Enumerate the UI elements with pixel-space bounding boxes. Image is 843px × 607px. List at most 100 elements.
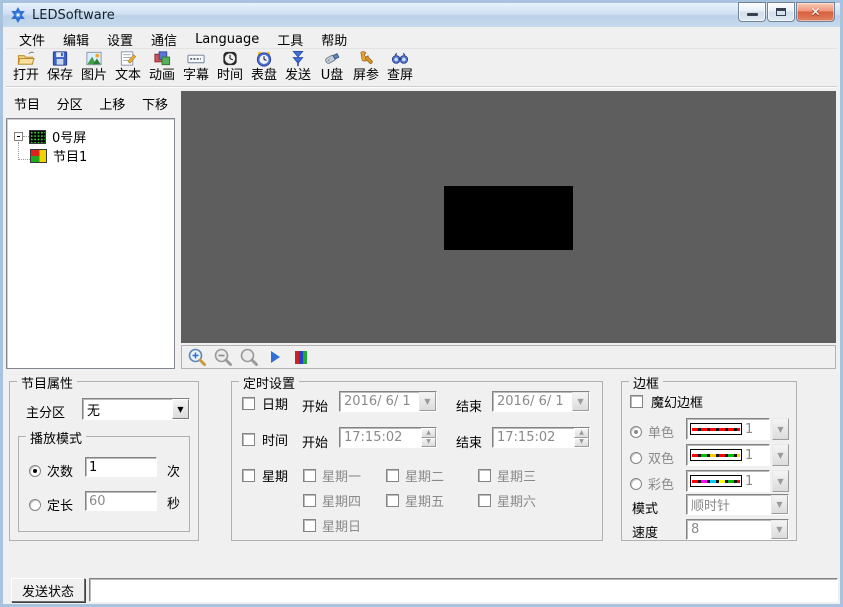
zoom-out-icon <box>213 347 233 367</box>
program-properties-title: 节目属性 <box>17 373 77 392</box>
magic-border-checkbox[interactable] <box>630 395 643 408</box>
tab-move-up[interactable]: 上移 <box>97 93 127 114</box>
weekday-checkbox-friday: 星期五 <box>386 491 444 510</box>
time-checkbox[interactable] <box>242 433 255 446</box>
play-icon <box>271 351 280 363</box>
play-button[interactable] <box>265 347 285 367</box>
toolbar: 打开 保存 图片 <box>6 49 837 87</box>
dual-color-pattern-select: 1 <box>686 444 770 466</box>
toolbar-button-time[interactable]: 时间 <box>213 49 247 84</box>
status-output[interactable] <box>89 578 838 602</box>
single-color-pattern-swatch <box>692 428 740 431</box>
magic-border-label: 魔幻边框 <box>651 392 703 411</box>
menu-item-language[interactable]: Language <box>186 31 268 48</box>
tab-program[interactable]: 节目 <box>12 93 42 114</box>
tree-child-item[interactable]: 节目1 <box>7 146 174 165</box>
subtitle-icon <box>186 49 206 68</box>
toolbar-button-dial[interactable]: 表盘 <box>247 49 281 84</box>
date-label: 日期 <box>262 394 288 413</box>
zoom-in-button[interactable] <box>187 347 207 367</box>
menu-item-help[interactable]: 帮助 <box>312 29 356 50</box>
chevron-down-icon: ▼ <box>572 392 589 411</box>
menu-item-edit[interactable]: 编辑 <box>54 29 98 50</box>
full-color-pattern-select: 1 <box>686 470 770 492</box>
maximize-button[interactable] <box>767 2 795 22</box>
menu-item-file[interactable]: 文件 <box>10 29 54 50</box>
menu-item-communication[interactable]: 通信 <box>142 29 186 50</box>
screen-params-icon <box>356 49 376 68</box>
zoom-reset-icon <box>239 347 259 367</box>
date-checkbox[interactable] <box>242 397 255 410</box>
close-button[interactable]: ✕ <box>796 2 835 22</box>
single-color-radio <box>630 426 642 438</box>
mode-label: 模式 <box>632 498 658 517</box>
zoom-reset-button[interactable] <box>239 347 259 367</box>
collapse-icon[interactable] <box>14 132 23 141</box>
tab-move-down[interactable]: 下移 <box>140 93 170 114</box>
weekday-checkbox-tuesday: 星期二 <box>386 466 444 485</box>
date-end-select: 2016/ 6/ 1 ▼ <box>492 391 590 412</box>
chevron-down-icon: ▼ <box>772 418 789 440</box>
chevron-down-icon[interactable]: ▼ <box>172 399 189 419</box>
toolbar-button-text[interactable]: 文本 <box>111 49 145 84</box>
main-partition-select[interactable]: 无 ▼ <box>82 398 190 420</box>
led-screen-rect[interactable] <box>444 186 573 250</box>
tree-root-label[interactable]: 0号屏 <box>50 127 88 146</box>
fixed-duration-radio[interactable] <box>29 499 41 511</box>
rgb-mode-icon <box>295 351 307 364</box>
toolbar-button-save[interactable]: 保存 <box>43 49 77 84</box>
spinner-icons: ▲▼ <box>574 428 589 447</box>
week-checkbox[interactable] <box>242 469 255 482</box>
full-color-label: 彩色 <box>648 474 674 493</box>
weekday-checkbox-sunday: 星期日 <box>303 516 361 535</box>
time-start-spinner: 17:15:02 ▲▼ <box>339 427 437 448</box>
open-folder-icon <box>16 49 36 68</box>
border-title: 边框 <box>629 373 663 392</box>
app-window: LEDSoftware ✕ 文件 编辑 设置 通信 Language 工具 帮助… <box>0 0 843 607</box>
send-status-button[interactable]: 发送状态 <box>11 578 85 602</box>
tree-root-item[interactable]: 0号屏 <box>7 127 174 146</box>
chevron-down-icon: ▼ <box>419 392 436 411</box>
fixed-duration-input <box>85 491 157 511</box>
titlebar[interactable]: LEDSoftware ✕ <box>3 3 840 27</box>
rgb-mode-button[interactable] <box>291 347 311 367</box>
dial-clock-icon <box>254 49 274 68</box>
toolbar-button-find-screen[interactable]: 查屏 <box>383 49 417 84</box>
play-count-radio[interactable] <box>29 465 41 477</box>
toolbar-button-usb[interactable]: U盘 <box>315 49 349 84</box>
toolbar-button-picture[interactable]: 图片 <box>77 49 111 84</box>
weekday-checkbox-monday: 星期一 <box>303 466 361 485</box>
program-properties-group: 节目属性 主分区 无 ▼ 播放模式 次数 次 定长 秒 <box>9 381 199 541</box>
left-panel-tabs: 节目 分区 上移 下移 <box>6 91 176 115</box>
animation-icon <box>152 49 172 68</box>
speed-label: 速度 <box>632 522 658 541</box>
toolbar-button-send[interactable]: 发送 <box>281 49 315 84</box>
full-color-radio <box>630 478 642 490</box>
time-end-spinner: 17:15:02 ▲▼ <box>492 427 590 448</box>
weekday-checkbox-wednesday: 星期三 <box>478 466 536 485</box>
preview-toolbar <box>181 345 836 369</box>
tab-partition[interactable]: 分区 <box>55 93 85 114</box>
zoom-in-icon <box>187 347 207 367</box>
dual-color-pattern-swatch <box>692 454 740 457</box>
program-tree[interactable]: 0号屏 节目1 <box>6 118 175 369</box>
play-mode-title: 播放模式 <box>26 428 86 447</box>
zoom-out-button[interactable] <box>213 347 233 367</box>
week-label: 星期 <box>262 466 288 485</box>
find-screen-icon <box>390 49 410 68</box>
tree-child-label[interactable]: 节目1 <box>51 146 89 165</box>
send-icon <box>288 49 308 68</box>
toolbar-button-subtitle[interactable]: 字幕 <box>179 49 213 84</box>
led-screen-icon <box>29 130 46 144</box>
menu-item-settings[interactable]: 设置 <box>98 29 142 50</box>
play-mode-group: 播放模式 次数 次 定长 秒 <box>18 436 190 532</box>
preview-canvas[interactable] <box>181 91 836 343</box>
minimize-button[interactable] <box>738 2 766 22</box>
toolbar-button-open[interactable]: 打开 <box>9 49 43 84</box>
close-icon: ✕ <box>797 5 834 19</box>
timing-group: 定时设置 日期 开始 2016/ 6/ 1 ▼ 结束 2016/ 6/ 1 ▼ … <box>231 381 603 541</box>
toolbar-button-screen-params[interactable]: 屏参 <box>349 49 383 84</box>
menu-item-tools[interactable]: 工具 <box>268 29 312 50</box>
toolbar-button-animation[interactable]: 动画 <box>145 49 179 84</box>
play-count-input[interactable] <box>85 457 157 477</box>
